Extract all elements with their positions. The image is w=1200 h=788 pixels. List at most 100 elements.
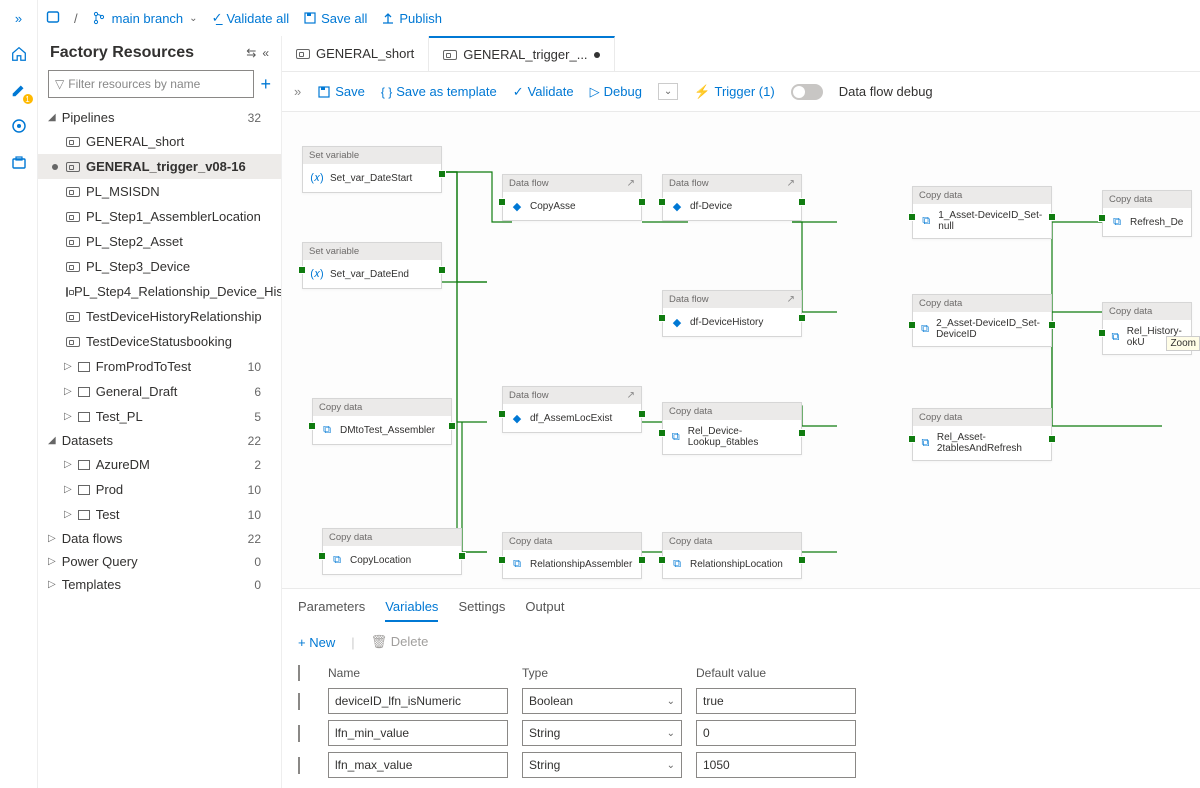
dataset-folder[interactable]: ▷Test10	[38, 502, 281, 527]
var-name-input[interactable]: deviceID_lfn_isNumeric	[328, 688, 508, 714]
expand-rail-icon[interactable]: »	[9, 8, 29, 28]
copy-icon: ⧉	[329, 552, 345, 568]
var-name-input[interactable]: lfn_max_value	[328, 752, 508, 778]
pipeline-icon	[66, 162, 80, 172]
dataset-folder[interactable]: ▷Prod10	[38, 477, 281, 502]
pipeline-canvas[interactable]: Set variable (𝑥)Set_var_DateStart Set va…	[282, 112, 1200, 588]
row-checkbox[interactable]	[298, 693, 300, 710]
folder-icon	[78, 387, 90, 397]
tab-settings[interactable]: Settings	[458, 599, 505, 622]
trigger-button[interactable]: ⚡Trigger (1)	[694, 84, 774, 100]
activity-copy-data[interactable]: Copy data ⧉2_Asset-DeviceID_Set-DeviceID	[912, 294, 1052, 347]
dataflow-debug-toggle[interactable]	[791, 84, 823, 100]
tab-general-short[interactable]: GENERAL_short	[282, 36, 429, 71]
copy-icon: ⧉	[509, 556, 525, 572]
pipeline-item[interactable]: PL_Step3_Device	[38, 254, 281, 279]
var-default-input[interactable]: 1050	[696, 752, 856, 778]
manage-toolbox-icon[interactable]	[9, 152, 29, 172]
publish-button[interactable]: Publish	[381, 11, 442, 26]
row-checkbox[interactable]	[298, 757, 300, 774]
tab-parameters[interactable]: Parameters	[298, 599, 365, 622]
activity-set-variable[interactable]: Set variable (𝑥)Set_var_DateStart	[302, 146, 442, 193]
folder-icon	[78, 362, 90, 372]
open-icon[interactable]: ↗	[787, 294, 795, 305]
dataflows-group[interactable]: ▷Data flows 22	[38, 527, 281, 550]
collapse-tree-icon[interactable]: ⇆	[246, 46, 256, 60]
pipeline-item[interactable]: TestDeviceStatusbooking	[38, 329, 281, 354]
tab-variables[interactable]: Variables	[385, 599, 438, 622]
save-template-button[interactable]: { }Save as template	[381, 84, 497, 99]
properties-panel: Parameters Variables Settings Output + N…	[282, 588, 1200, 788]
activity-data-flow[interactable]: Data flow↗ ◆CopyAsse	[502, 174, 642, 221]
pipeline-item[interactable]: TestDeviceHistoryRelationship	[38, 304, 281, 329]
filter-input[interactable]: ▽ Filter resources by name	[48, 70, 254, 98]
pipeline-item[interactable]: GENERAL_short	[38, 129, 281, 154]
var-default-input[interactable]: 0	[696, 720, 856, 746]
open-icon[interactable]: ↗	[627, 390, 635, 401]
monitor-icon[interactable]	[9, 116, 29, 136]
pipeline-item[interactable]: PL_MSISDN	[38, 179, 281, 204]
pipeline-icon	[296, 49, 310, 59]
save-all-button[interactable]: Save all	[303, 11, 367, 26]
pipelines-group[interactable]: ◢Pipelines 32	[38, 106, 281, 129]
pipeline-item[interactable]: PL_Step4_Relationship_Device_Hist...	[38, 279, 281, 304]
tooltip-zoom: Zoom	[1166, 336, 1200, 351]
var-type-select[interactable]: String⌄	[522, 720, 682, 746]
activity-copy-data[interactable]: Copy data ⧉RelationshipLocation	[662, 532, 802, 579]
activity-copy-data[interactable]: Copy data ⧉RelationshipAssembler	[502, 532, 642, 579]
activity-data-flow[interactable]: Data flow↗ ◆df_AssemLocExist	[502, 386, 642, 433]
pipeline-icon	[66, 187, 80, 197]
branch-selector[interactable]: main branch ⌄	[92, 11, 198, 26]
open-icon[interactable]: ↗	[787, 178, 795, 189]
activity-copy-data[interactable]: Copy data ⧉Rel_Device-Lookup_6tables	[662, 402, 802, 455]
activity-copy-data[interactable]: Copy data ⧉Refresh_De	[1102, 190, 1192, 237]
powerquery-group[interactable]: ▷Power Query 0	[38, 550, 281, 573]
tab-output[interactable]: Output	[525, 599, 564, 622]
publish-icon	[381, 11, 395, 25]
folder-icon	[78, 460, 90, 470]
pipeline-folder[interactable]: ▷General_Draft6	[38, 379, 281, 404]
activity-copy-data[interactable]: Copy data ⧉1_Asset-DeviceID_Set-null	[912, 186, 1052, 239]
var-name-input[interactable]: lfn_min_value	[328, 720, 508, 746]
debug-dropdown[interactable]: ⌄	[658, 83, 678, 100]
pipeline-item[interactable]: PL_Step2_Asset	[38, 229, 281, 254]
dataset-folder[interactable]: ▷AzureDM2	[38, 452, 281, 477]
collapse-sidebar-icon[interactable]: «	[262, 46, 269, 60]
author-pencil-icon[interactable]: 1	[9, 80, 29, 100]
pipeline-item[interactable]: PL_Step1_AssemblerLocation	[38, 204, 281, 229]
resource-sidebar: Factory Resources ⇆« ▽ Filter resources …	[38, 36, 282, 788]
pipeline-folder[interactable]: ▷Test_PL5	[38, 404, 281, 429]
debug-button[interactable]: ▷Debug	[590, 84, 642, 100]
save-button[interactable]: Save	[317, 84, 365, 99]
activity-set-variable[interactable]: Set variable (𝑥)Set_var_DateEnd	[302, 242, 442, 289]
activity-data-flow[interactable]: Data flow↗ ◆df-DeviceHistory	[662, 290, 802, 337]
top-bar: / main branch ⌄ ✓̲Validate all Save all …	[38, 0, 1200, 36]
add-resource-button[interactable]: +	[260, 74, 271, 95]
validate-all-button[interactable]: ✓̲Validate all	[212, 10, 290, 26]
var-default-input[interactable]: true	[696, 688, 856, 714]
select-all-checkbox[interactable]	[298, 665, 300, 681]
panel-tabs: Parameters Variables Settings Output	[282, 589, 1200, 622]
delete-variable-button[interactable]: 🗑 Delete	[371, 634, 429, 650]
new-variable-button[interactable]: + New	[298, 635, 335, 650]
expand-activities-icon[interactable]: »	[294, 84, 301, 99]
datasets-group[interactable]: ◢Datasets 22	[38, 429, 281, 452]
activity-copy-data[interactable]: Copy data ⧉Rel_Asset-2tablesAndRefresh	[912, 408, 1052, 461]
var-type-select[interactable]: Boolean⌄	[522, 688, 682, 714]
dataflow-debug-label: Data flow debug	[839, 84, 933, 99]
templates-group[interactable]: ▷Templates 0	[38, 573, 281, 596]
tab-general-trigger[interactable]: GENERAL_trigger_...	[429, 36, 614, 71]
var-type-select[interactable]: String⌄	[522, 752, 682, 778]
activity-copy-data[interactable]: Copy data ⧉DMtoTest_Assembler	[312, 398, 452, 445]
home-icon[interactable]	[9, 44, 29, 64]
toggle-repo-icon[interactable]	[46, 10, 60, 27]
activity-data-flow[interactable]: Data flow↗ ◆df-Device	[662, 174, 802, 221]
validate-button[interactable]: ✓Validate	[513, 84, 574, 100]
pipeline-icon	[66, 137, 80, 147]
open-icon[interactable]: ↗	[627, 178, 635, 189]
row-checkbox[interactable]	[298, 725, 300, 742]
pipeline-icon	[66, 237, 80, 247]
activity-copy-data[interactable]: Copy data ⧉CopyLocation	[322, 528, 462, 575]
pipeline-item[interactable]: GENERAL_trigger_v08-16	[38, 154, 281, 179]
pipeline-folder[interactable]: ▷FromProdToTest10	[38, 354, 281, 379]
